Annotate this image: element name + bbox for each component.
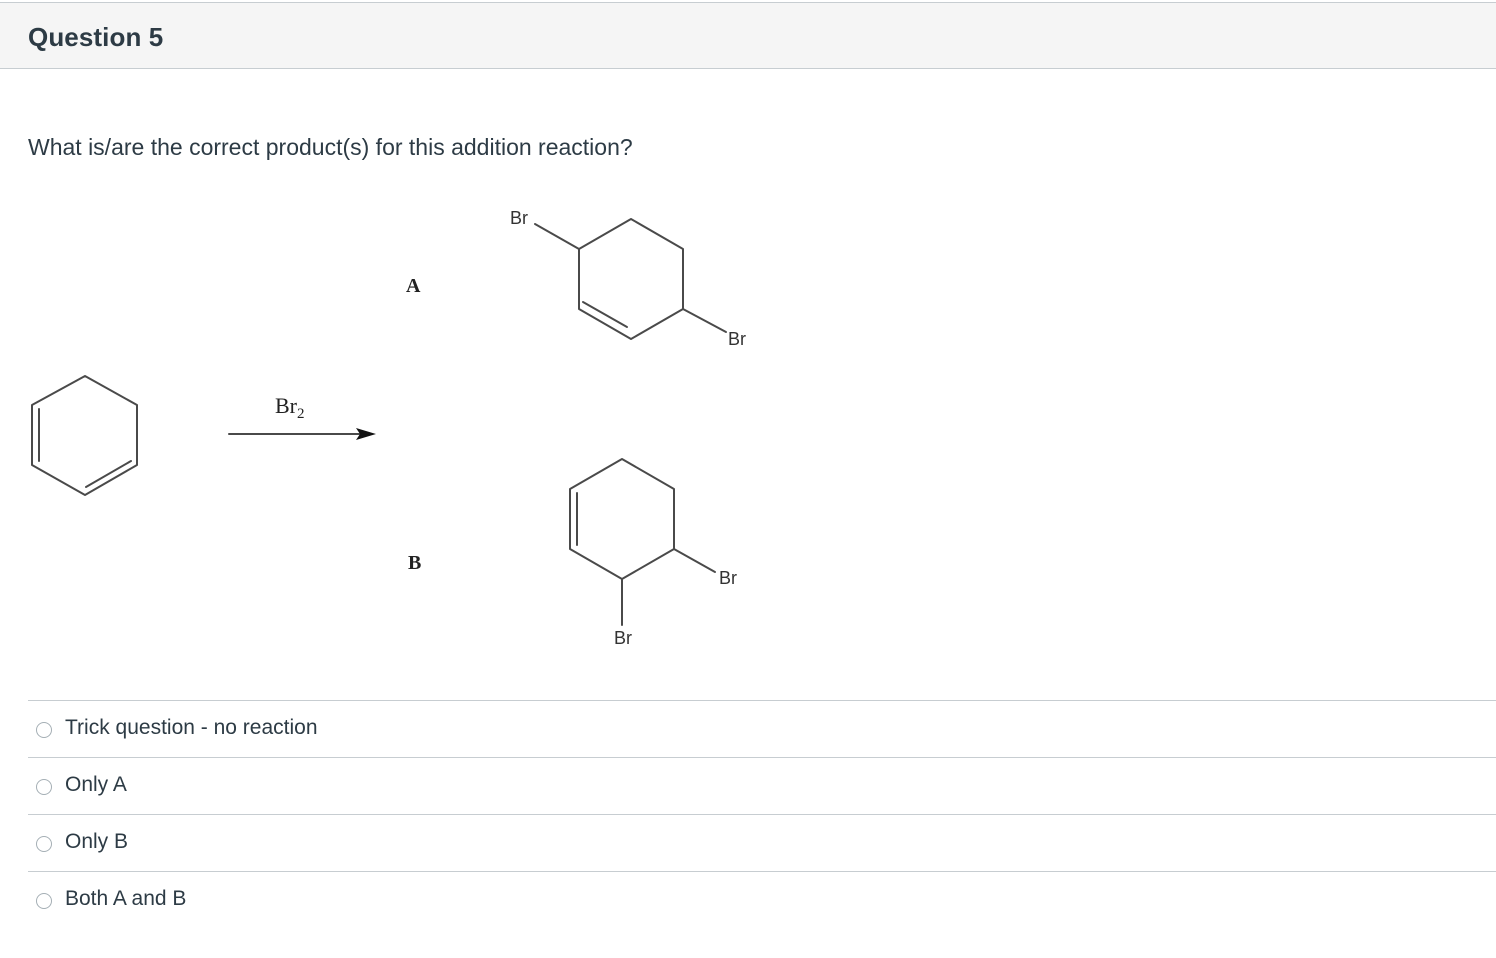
product-a-structure <box>534 218 727 340</box>
answer-option[interactable]: Trick question - no reaction <box>28 700 1496 757</box>
answer-option[interactable]: Only B <box>28 814 1496 871</box>
question-title: Question 5 <box>28 22 164 52</box>
product-b-br-right: Br <box>719 568 737 588</box>
radio-button[interactable] <box>36 722 52 738</box>
answer-option[interactable]: Only A <box>28 757 1496 814</box>
starting-diene <box>31 375 138 496</box>
radio-button[interactable] <box>36 893 52 909</box>
answer-label: Only A <box>65 773 127 796</box>
reaction-arrow <box>228 428 376 440</box>
product-a-br-top: Br <box>510 208 528 228</box>
answer-list: Trick question - no reaction Only A Only… <box>28 700 1496 928</box>
product-b-br-bottom: Br <box>614 628 632 648</box>
product-a-br-bottom: Br <box>728 329 746 349</box>
question-prompt: What is/are the correct product(s) for t… <box>28 134 633 160</box>
radio-button[interactable] <box>36 836 52 852</box>
product-b-label: B <box>408 552 421 574</box>
answer-label: Trick question - no reaction <box>65 716 318 739</box>
answer-option[interactable]: Both A and B <box>28 871 1496 928</box>
radio-button[interactable] <box>36 779 52 795</box>
quiz-page: Question 5 What is/are the correct produ… <box>0 0 1496 958</box>
reagent-label: Br2 <box>275 393 305 422</box>
product-a-label: A <box>406 275 421 297</box>
answer-label: Both A and B <box>65 887 187 910</box>
reaction-diagram: Br2 A B Br Br Br Br <box>31 208 746 648</box>
question-header: Question 5 <box>0 2 1496 69</box>
answer-label: Only B <box>65 830 129 853</box>
product-b-structure <box>569 458 716 626</box>
